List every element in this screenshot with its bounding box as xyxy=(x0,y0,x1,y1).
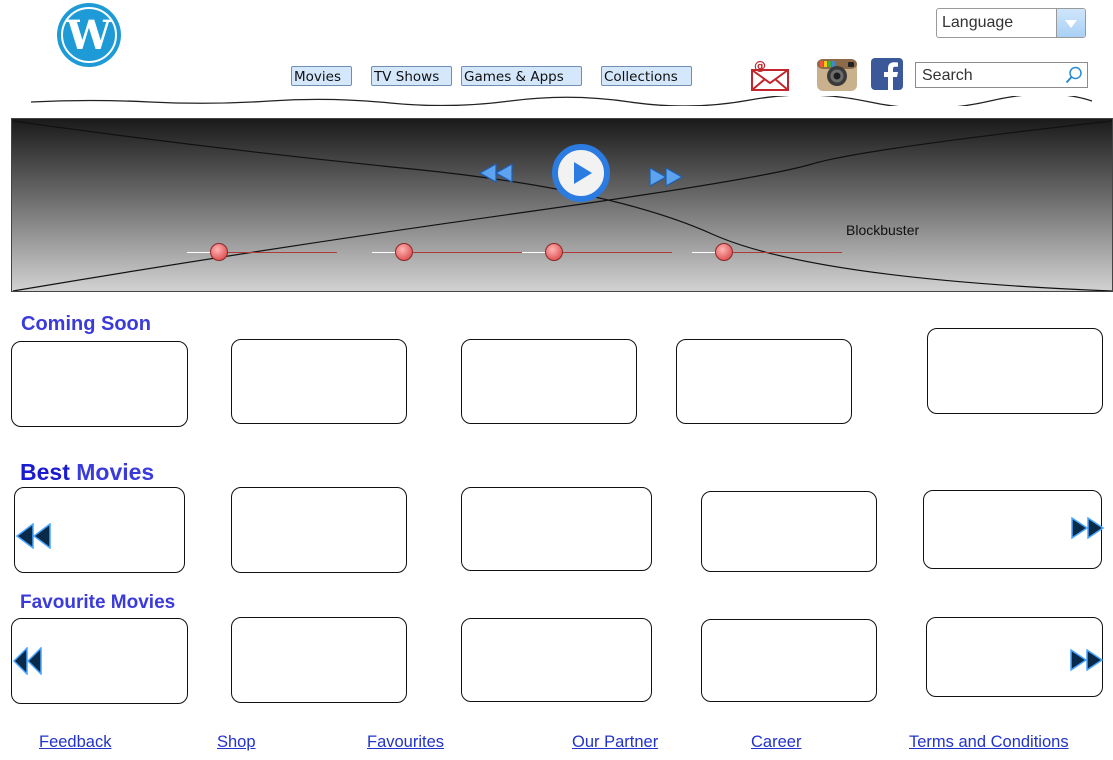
language-select-value: Language xyxy=(942,14,1014,31)
hero-slider[interactable] xyxy=(187,243,337,261)
movie-card[interactable] xyxy=(701,619,877,702)
movie-card[interactable] xyxy=(11,341,188,427)
slider-knob[interactable] xyxy=(715,243,733,261)
slider-knob[interactable] xyxy=(210,243,228,261)
wordpress-logo-icon[interactable]: W xyxy=(56,2,122,68)
facebook-icon[interactable] xyxy=(871,58,903,90)
movie-card[interactable] xyxy=(461,618,652,702)
language-select[interactable]: Language xyxy=(936,8,1086,38)
section-title-coming-soon: Coming Soon xyxy=(21,313,151,335)
nav-tv-shows-button[interactable]: TV Shows xyxy=(371,66,452,86)
nav-collections-button[interactable]: Collections xyxy=(601,66,692,86)
slider-knob[interactable] xyxy=(395,243,413,261)
rewind-icon[interactable] xyxy=(15,522,52,554)
play-icon[interactable] xyxy=(550,142,612,209)
search-icon[interactable] xyxy=(1065,66,1083,84)
hero-slider[interactable] xyxy=(522,243,672,261)
footer-link-career[interactable]: Career xyxy=(751,733,801,752)
footer-link-favourites[interactable]: Favourites xyxy=(367,733,444,752)
hero-slider[interactable] xyxy=(372,243,522,261)
svg-text:W: W xyxy=(66,12,113,59)
mail-icon[interactable]: @ xyxy=(750,58,790,92)
movie-card[interactable] xyxy=(461,339,637,424)
search-box[interactable] xyxy=(915,62,1088,88)
svg-text:@: @ xyxy=(754,59,766,73)
hero-label: Blockbuster xyxy=(846,222,920,238)
footer-link-shop[interactable]: Shop xyxy=(217,733,256,752)
footer-link-terms[interactable]: Terms and Conditions xyxy=(909,733,1069,752)
fast-forward-icon[interactable] xyxy=(1070,648,1104,676)
hero-slider[interactable] xyxy=(692,243,842,261)
movie-card[interactable] xyxy=(701,491,877,572)
footer-link-feedback[interactable]: Feedback xyxy=(39,733,111,752)
section-title-part: Movies xyxy=(76,459,155,485)
movie-card[interactable] xyxy=(676,339,852,424)
movie-card[interactable] xyxy=(461,487,652,571)
fast-forward-icon[interactable] xyxy=(1071,516,1105,544)
nav-games-apps-button[interactable]: Games & Apps xyxy=(461,66,582,86)
section-title-favourite-movies: Favourite Movies xyxy=(20,592,176,613)
chevron-down-icon[interactable] xyxy=(1056,9,1085,37)
section-title-best-movies: Best Movies xyxy=(20,459,154,486)
slider-knob[interactable] xyxy=(545,243,563,261)
header-divider xyxy=(30,96,1093,106)
rewind-icon[interactable] xyxy=(478,162,514,189)
search-input[interactable] xyxy=(920,66,1064,86)
fast-forward-icon[interactable] xyxy=(648,166,684,193)
footer-link-our-partner[interactable]: Our Partner xyxy=(572,733,658,752)
movie-card[interactable] xyxy=(231,617,407,703)
nav-movies-button[interactable]: Movies xyxy=(291,66,352,86)
instagram-icon[interactable] xyxy=(816,58,858,92)
movie-card[interactable] xyxy=(231,487,407,573)
rewind-icon[interactable] xyxy=(12,646,43,680)
movie-card[interactable] xyxy=(231,339,407,424)
movie-card[interactable] xyxy=(927,328,1103,414)
section-title-part: Best xyxy=(20,459,70,485)
